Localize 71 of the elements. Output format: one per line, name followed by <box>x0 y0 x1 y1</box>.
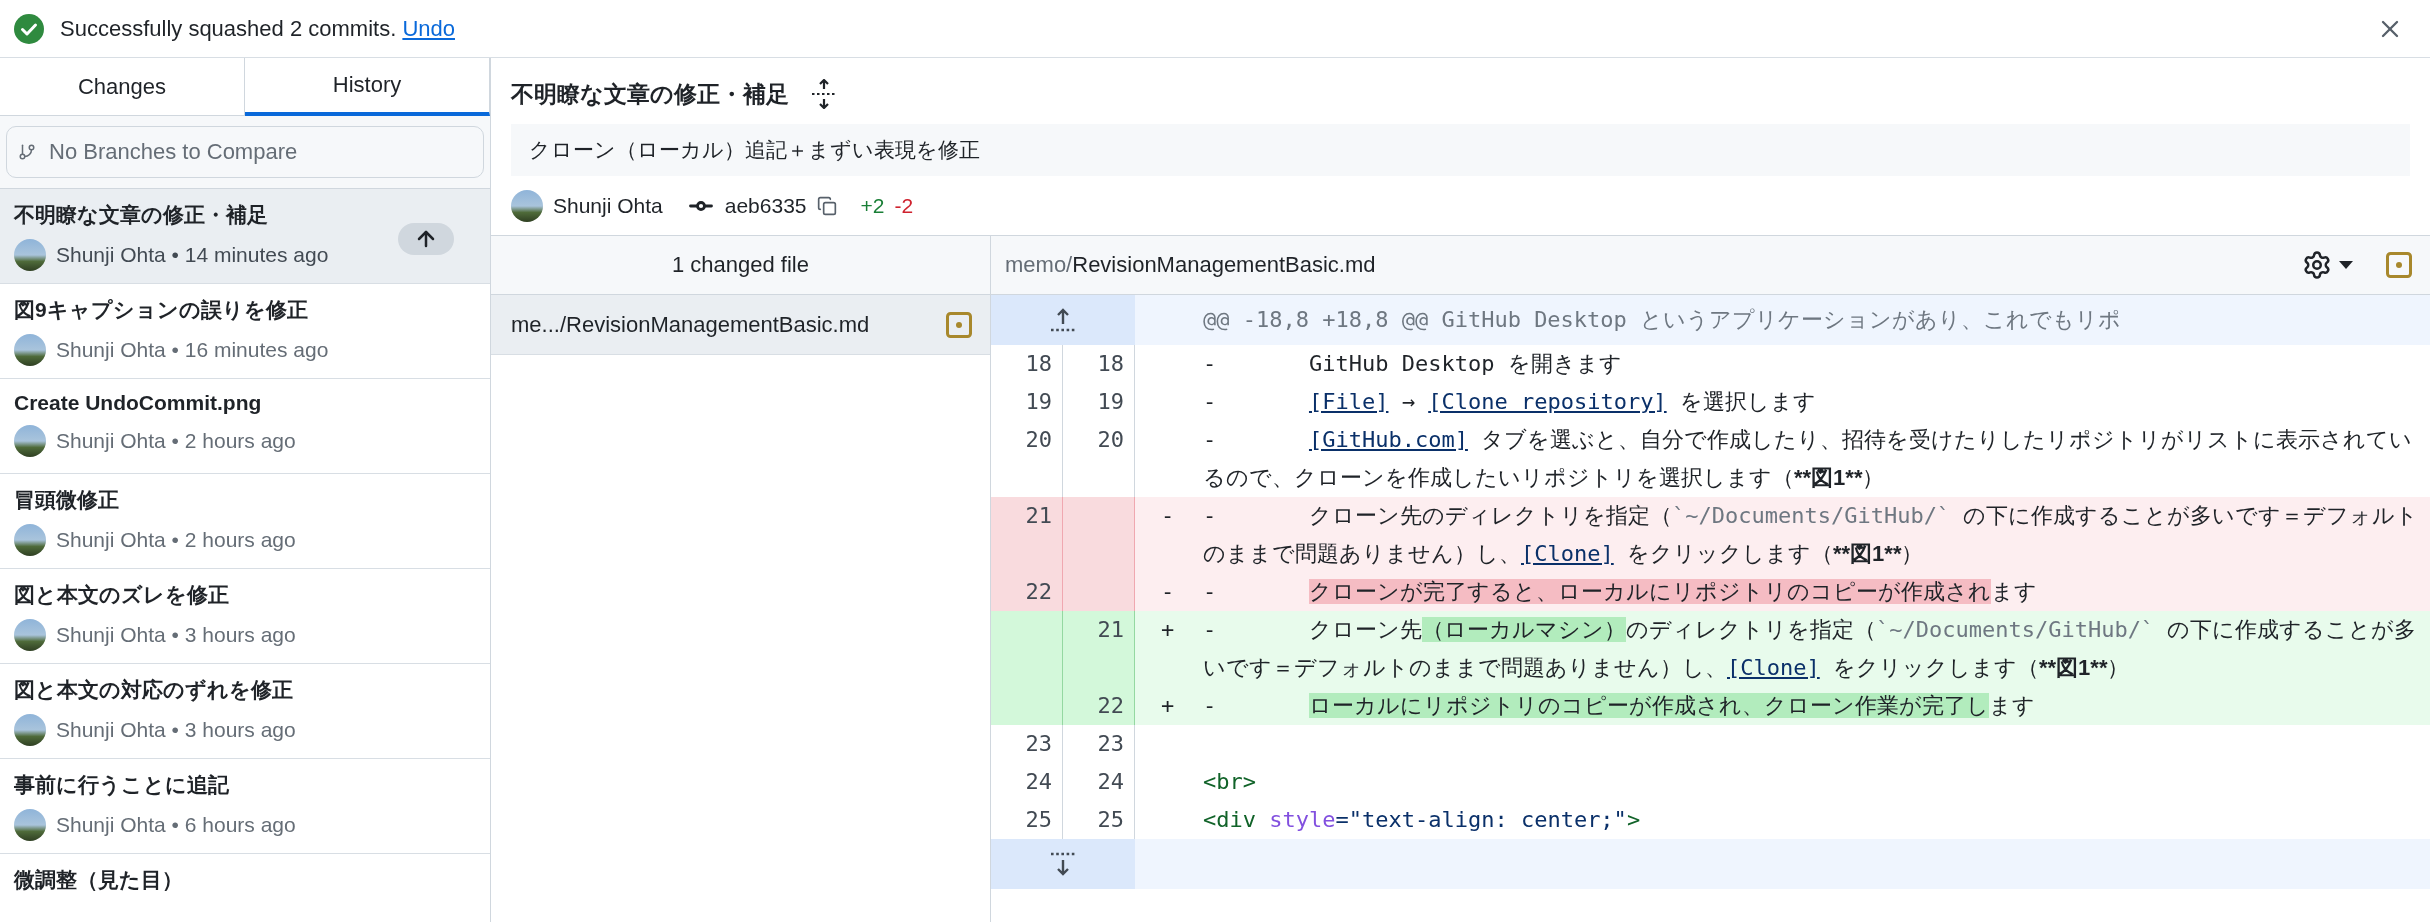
diff-marker: - <box>1160 578 1176 606</box>
branch-filter-field[interactable]: No Branches to Compare <box>6 126 484 178</box>
avatar <box>14 714 46 746</box>
code-line: - クローン先（ローカルマシン）のディレクトリを指定（`~/Documents/GitHub/` の下に作成することが多いです＝デフォルトのままで問題ありません）し、[Clone] をクリックします（**図1**） <box>1203 616 2418 682</box>
avatar <box>14 239 46 271</box>
diff-marker: + <box>1160 692 1176 720</box>
code-link[interactable]: [GitHub.com] <box>1308 427 1468 452</box>
commit-title: 不明瞭な文章の修正・補足 <box>14 202 268 229</box>
undo-link[interactable]: Undo <box>402 15 455 41</box>
commit-title: 冒頭微修正 <box>14 487 119 513</box>
avatar <box>14 334 46 366</box>
line-number-cell: 21 <box>991 497 1063 573</box>
code-line: - [File] → [Clone repository] を選択します <box>1203 388 1817 416</box>
commit-meta: Shunji Ohta • 14 minutes ago <box>56 243 329 267</box>
author-name: Shunji Ohta <box>553 194 663 218</box>
commit-meta: Shunji Ohta • 2 hours ago <box>56 429 296 453</box>
commit-meta: Shunji Ohta • 16 minutes ago <box>56 338 329 362</box>
diff-marker: + <box>1160 616 1176 644</box>
file-path: memo/RevisionManagementBasic.md <box>1005 252 1377 278</box>
avatar <box>14 619 46 651</box>
commit-title: Create UndoCommit.png <box>14 391 262 415</box>
changed-files-count: 1 changed file <box>672 252 809 278</box>
code-line: - クローンが完了すると、ローカルにリポジトリのコピーが作成され ます <box>1203 578 2038 606</box>
line-number-cell <box>991 687 1063 725</box>
code-line: - [GitHub.com] タブを選ぶと、自分で作成したり、招待を受けたりしたリポジトリがリストに表示されているので、クローンを作成したいリポジトリを選択します（**図1**） <box>1203 426 2414 492</box>
commit-meta: Shunji Ohta • 2 hours ago <box>56 528 296 552</box>
code-line: - クローン先のディレクトリを指定（`~/Documents/GitHub/` の下に作成することが多いです＝デフォルトのままで問題ありません）し、[Clone] をクリックします（**図1**） <box>1203 502 2420 568</box>
code-line: - GitHub Desktop を開きます <box>1203 350 1623 378</box>
hunk-header: @@ -18,8 +18,8 @@ GitHub Desktop というアプリケーションがあり、これでもリポ <box>1203 306 2123 334</box>
diff-marker: - <box>1160 502 1176 530</box>
commit-meta: Shunji Ohta • 3 hours ago <box>56 623 296 647</box>
commit-description: クローン（ローカル）追記＋まずい表現を修正 <box>511 124 2410 176</box>
avatar <box>511 190 543 222</box>
settings-button[interactable] <box>2302 250 2354 280</box>
commit-title: 事前に行うことに追記 <box>14 772 229 799</box>
copy-button[interactable] <box>816 196 837 216</box>
tab[interactable]: Changes <box>0 58 245 116</box>
code-link[interactable]: [File] <box>1308 389 1389 414</box>
commit-title: 不明瞭な文章の修正・補足 <box>511 79 789 109</box>
unfold-icon[interactable] <box>811 79 837 109</box>
line-number-cell: 22 <box>1063 687 1135 725</box>
line-number-cell: 21 <box>1063 611 1135 687</box>
tab[interactable]: History <box>245 58 490 116</box>
commit-meta: Shunji Ohta • 6 hours ago <box>56 813 296 837</box>
modified-file-icon <box>946 311 972 338</box>
commit-item[interactable]: 不明瞭な文章の修正・補足 Shunji Ohta • 14 minutes ago <box>0 189 490 284</box>
avatar <box>14 425 46 457</box>
code-link[interactable]: [Clone] <box>1727 655 1820 680</box>
commit-title: 図と本文の対応のずれを修正 <box>14 677 293 704</box>
code-link[interactable]: [Clone] <box>1521 541 1614 566</box>
file-item[interactable]: me.../RevisionManagementBasic.md <box>491 295 990 355</box>
code-line: <div style="text-align: center;"> <box>1203 806 1642 834</box>
line-number-cell: 22 <box>991 573 1063 611</box>
modified-file-icon <box>2386 252 2412 278</box>
commit-sha: aeb6335 <box>724 194 807 218</box>
line-number-cell <box>1063 573 1135 611</box>
code-link[interactable]: [Clone repository] <box>1428 389 1667 414</box>
commit-title: 図9キャプションの誤りを修正 <box>14 297 308 323</box>
commit-meta: Shunji Ohta • 3 hours ago <box>56 718 296 742</box>
additions-count: +2 <box>860 194 885 218</box>
commit-title: 図と本文のズレを修正 <box>14 582 229 608</box>
banner-message: Successfully squashed 2 commits. Undo <box>60 15 456 42</box>
caret-icon <box>2338 260 2354 270</box>
commit-title: 微調整（見た目） <box>14 867 183 893</box>
code-line: - ローカルにリポジトリのコピーが作成され、クローン作業が完了し ます <box>1203 692 2036 720</box>
branch-icon <box>18 143 36 161</box>
avatar <box>14 809 46 841</box>
code-line: <br> <box>1203 768 1257 796</box>
deletions-count: -2 <box>894 194 914 218</box>
success-check-icon <box>14 13 44 44</box>
avatar <box>14 524 46 556</box>
